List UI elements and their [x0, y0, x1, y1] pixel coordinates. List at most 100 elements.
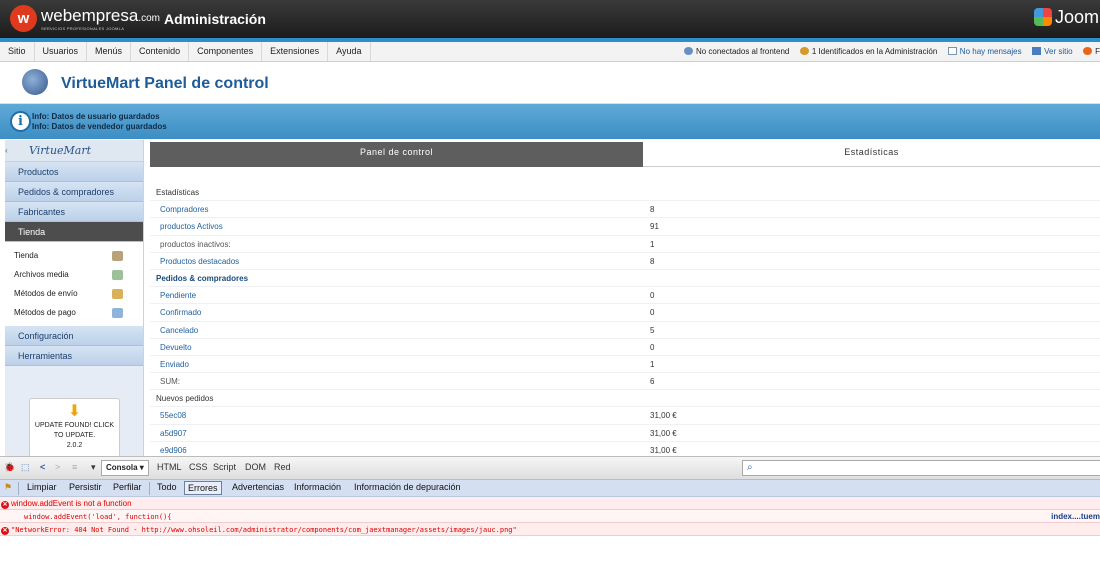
filter-limpiar[interactable]: Limpiar: [27, 482, 57, 492]
console-error-row[interactable]: ✕ window.addEvent is not a function: [0, 497, 1100, 510]
info-icon: i: [10, 111, 31, 132]
console-filter-bar: ⚑ Limpiar Persistir Perfilar Todo Errore…: [0, 480, 1100, 497]
order-status-link[interactable]: Confirmado: [160, 304, 201, 321]
panel-script[interactable]: Script: [213, 462, 236, 472]
panel-css[interactable]: CSS: [189, 462, 208, 472]
stats-link[interactable]: Compradores: [160, 201, 208, 218]
console-error-row[interactable]: ✕ "NetworkError: 404 Not Found - http://w…: [0, 523, 1100, 536]
order-number-link[interactable]: 55ec08: [160, 407, 186, 424]
sidebar-item-pedidos[interactable]: Pedidos & compradores: [5, 182, 143, 202]
view-site-link[interactable]: Ver sitio: [1032, 47, 1073, 56]
media-icon: [112, 270, 123, 280]
tab-panel-de-control[interactable]: Panel de control: [150, 142, 643, 167]
panel-red[interactable]: Red: [274, 462, 291, 472]
update-notice-button[interactable]: ⬇ UPDATE FOUND! CLICK TO UPDATE. 2.0.2: [29, 398, 120, 456]
info-message: i Info: Datos de usuario guardados Info:…: [0, 104, 1100, 139]
error-source-code: window.addEvent('load', function(){: [24, 513, 172, 521]
update-version: 2.0.2: [66, 442, 83, 449]
order-status-link[interactable]: Pendiente: [160, 287, 196, 304]
stats-label: productos inactivos:: [160, 239, 231, 249]
menu-menus[interactable]: Menús: [87, 42, 132, 61]
order-status-link[interactable]: Enviado: [160, 356, 189, 373]
clear-icon[interactable]: ⚑: [4, 482, 12, 493]
panel-html[interactable]: HTML: [157, 462, 182, 472]
filter-informacion[interactable]: Información: [294, 482, 341, 492]
back-icon[interactable]: <: [40, 462, 45, 472]
panel-dom[interactable]: DOM: [245, 462, 266, 472]
order-status-link[interactable]: Devuelto: [160, 339, 192, 356]
collapse-handle[interactable]: ‹: [5, 146, 8, 155]
menu-usuarios[interactable]: Usuarios: [35, 42, 88, 61]
stats-link[interactable]: productos Activos: [160, 218, 223, 235]
menu-extensiones[interactable]: Extensiones: [262, 42, 329, 61]
new-order-row: 55ec08 31,00 €: [150, 407, 1100, 425]
filter-errores[interactable]: Errores: [184, 481, 222, 495]
info-line-vendor: Info: Datos de vendedor guardados: [32, 122, 167, 131]
filter-persistir[interactable]: Persistir: [69, 482, 102, 492]
menu-ayuda[interactable]: Ayuda: [328, 42, 371, 61]
sidebar-item-herramientas[interactable]: Herramientas: [5, 346, 143, 366]
order-sum-label: SUM:: [160, 377, 180, 387]
error-source-link[interactable]: index....tuem: [1051, 510, 1100, 523]
order-status-count: 1: [650, 359, 655, 369]
messages-link[interactable]: No hay mensajes: [947, 47, 1022, 56]
brand-tagline: SERVICIOS PROFESIONALES JOOMLA: [41, 26, 125, 31]
submenu-metodos-pago[interactable]: Métodos de pago: [5, 303, 143, 322]
menu-componentes[interactable]: Componentes: [189, 42, 263, 61]
filter-perfilar[interactable]: Perfilar: [113, 482, 142, 492]
page-title: VirtueMart Panel de control: [61, 75, 269, 92]
sidebar-item-productos[interactable]: Productos: [5, 162, 143, 182]
forward-icon[interactable]: >: [55, 462, 60, 472]
admin-status: 1 Identificados en la Administración: [799, 47, 937, 56]
menu-contenido[interactable]: Contenido: [131, 42, 190, 61]
filter-todo[interactable]: Todo: [157, 482, 177, 492]
order-total: 31,00 €: [650, 428, 677, 438]
sidebar-item-configuracion[interactable]: Configuración: [5, 326, 143, 346]
menu-sitio[interactable]: Sitio: [0, 42, 35, 61]
update-line2: TO UPDATE.: [53, 432, 96, 439]
monitor-icon: [1032, 47, 1042, 55]
firebug-icon[interactable]: 🐞: [4, 462, 15, 473]
stats-link[interactable]: Productos destacados: [160, 253, 239, 270]
filter-depuracion[interactable]: Información de depuración: [354, 482, 461, 492]
virtuemart-sidebar: ‹ VirtueMart Productos Pedidos & comprad…: [5, 140, 144, 456]
tab-estadisticas[interactable]: Estadísticas: [643, 142, 1100, 167]
stats-table: Estadísticas Compradores 8 productos Acti…: [150, 184, 1100, 456]
stats-value: 8: [650, 256, 655, 266]
stats-row: productos inactivos: 1: [150, 236, 1100, 253]
separator: [18, 482, 19, 495]
submenu-metodos-envio[interactable]: Métodos de envío: [5, 284, 143, 303]
console-tab[interactable]: Consola ▾: [101, 460, 149, 476]
page-header: VirtueMart Panel de control: [0, 62, 1100, 104]
inspect-icon[interactable]: ⬚: [21, 462, 30, 473]
firebug-search-input[interactable]: ⌕: [742, 460, 1100, 476]
user-icon: [799, 47, 809, 55]
dropdown-icon[interactable]: ▾: [91, 462, 96, 473]
brand-name: webempresa.com: [41, 6, 160, 25]
logout-link[interactable]: F: [1083, 47, 1100, 56]
sidebar-item-fabricantes[interactable]: Fabricantes: [5, 202, 143, 222]
joomla-icon: [1034, 8, 1052, 26]
submenu-tienda[interactable]: Tienda: [5, 246, 143, 265]
frontend-status: No conectados al frontend: [683, 47, 789, 56]
order-status-count: 0: [650, 342, 655, 352]
stats-row: Productos destacados 8: [150, 253, 1100, 270]
submenu-archivos-media[interactable]: Archivos media: [5, 265, 143, 284]
order-status-link[interactable]: Cancelado: [160, 322, 198, 339]
firebug-toolbar: 🐞 ⬚ < > ≡ ▾ Consola ▾ HTML CSS Script DO…: [0, 456, 1100, 480]
order-status-row: Confirmado 0: [150, 304, 1100, 322]
filter-advertencias[interactable]: Advertencias: [232, 482, 284, 492]
new-order-row: e9d906 31,00 €: [150, 442, 1100, 456]
order-status-count: 5: [650, 325, 655, 335]
tab-bar: Panel de control Estadísticas: [150, 140, 1100, 167]
order-number-link[interactable]: a5d907: [160, 425, 187, 442]
list-icon[interactable]: ≡: [72, 462, 77, 472]
truck-icon: [112, 289, 123, 299]
sidebar-item-tienda[interactable]: Tienda: [5, 222, 143, 242]
order-status-count: 0: [650, 308, 655, 318]
update-line1: UPDATE FOUND! CLICK: [34, 422, 115, 429]
console-error-source-row[interactable]: window.addEvent('load', function(){ inde…: [0, 510, 1100, 523]
order-number-link[interactable]: e9d906: [160, 442, 187, 456]
store-icon: [112, 251, 123, 261]
stats-heading: Estadísticas: [150, 184, 1100, 202]
